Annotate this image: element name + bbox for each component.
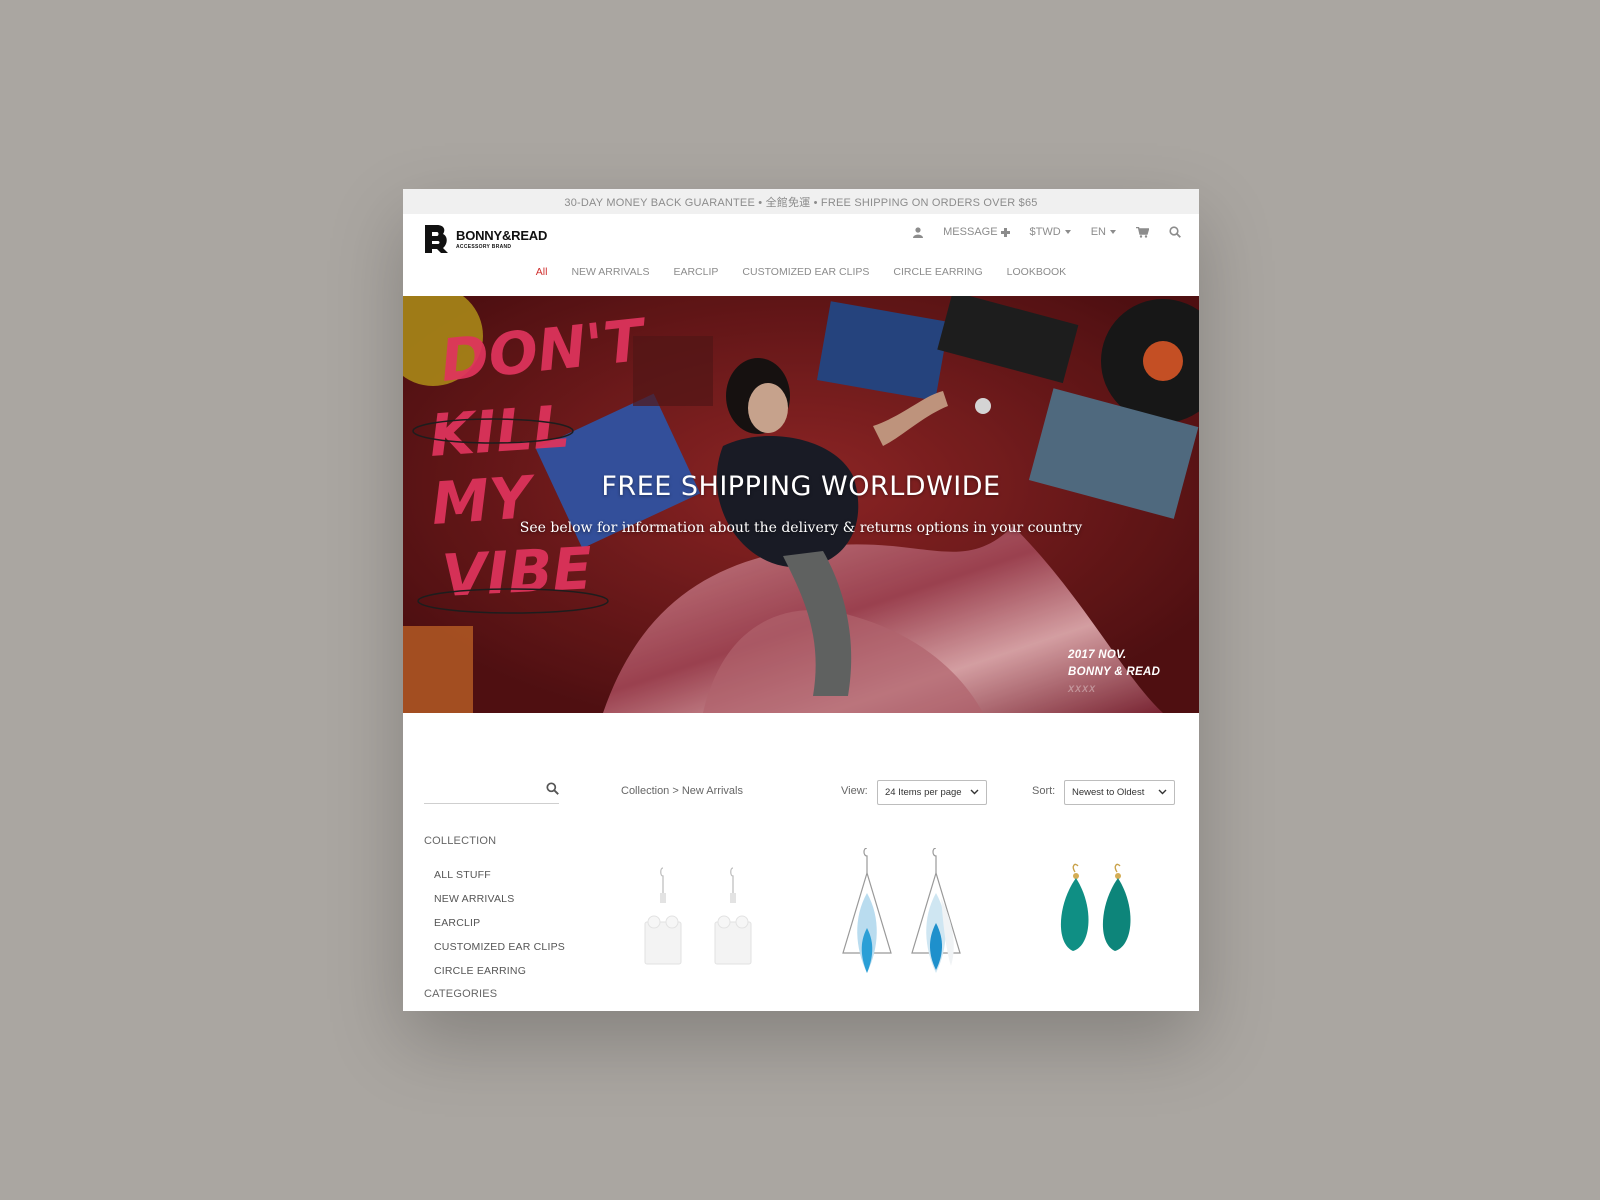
brand-name: BONNY&READ [456, 227, 548, 243]
product-image-blue-feather-earrings [842, 847, 961, 973]
sidebar-search-input[interactable] [424, 779, 534, 801]
product-card[interactable] [823, 847, 973, 998]
view-label: View: [841, 785, 868, 797]
brand-tagline: ACCESSORY BRAND [456, 243, 512, 250]
collection-content: Collection > New Arrivals View: 24 Items… [403, 713, 1199, 1011]
hero-banner[interactable]: DON'T KILL MY VIBE FREE SHIPPING WORLDWI… [403, 296, 1199, 713]
promo-text: 30-DAY MONEY BACK GUARANTEE • 全館免運 • FRE… [564, 196, 1038, 209]
sidebar-item-new-arrivals[interactable]: NEW ARRIVALS [434, 887, 565, 911]
nav-item-all[interactable]: All [536, 266, 548, 278]
product-image-white-block-earrings [644, 867, 752, 965]
product-image-teal-feather-earrings [1060, 863, 1131, 951]
language-dropdown[interactable]: EN [1091, 226, 1116, 238]
collection-heading: COLLECTION [424, 835, 497, 847]
user-icon [913, 226, 924, 238]
hero-title: FREE SHIPPING WORLDWIDE [601, 471, 1001, 502]
sort-select[interactable]: Newest to Oldest [1064, 780, 1175, 805]
site-header: BONNY&READ ACCESSORY BRAND MESSAGE $TWD [403, 214, 1199, 261]
sidebar-search [424, 779, 559, 804]
categories-heading: CATEGORIES [424, 988, 498, 1000]
sort-label: Sort: [1032, 785, 1056, 797]
search-icon [1169, 226, 1181, 238]
search-icon [546, 782, 559, 795]
hero-stamp-line1: 2017 NOV. [1068, 649, 1127, 661]
collection-list: ALL STUFF NEW ARRIVALS EARCLIP CUSTOMIZE… [434, 863, 565, 983]
cart-button[interactable] [1136, 226, 1149, 238]
main-nav: All NEW ARRIVALS EARCLIP CUSTOMIZED EAR … [403, 261, 1199, 296]
sort-value: Newest to Oldest [1072, 787, 1145, 798]
hero-subtitle: See below for information about the deli… [519, 520, 1083, 536]
nav-item-customized-ear-clips[interactable]: CUSTOMIZED EAR CLIPS [742, 266, 869, 278]
nav-item-earclip[interactable]: EARCLIP [673, 266, 718, 278]
message-button[interactable]: MESSAGE [943, 226, 1010, 238]
currency-dropdown[interactable]: $TWD [1030, 226, 1071, 238]
header-search-button[interactable] [1169, 226, 1181, 238]
breadcrumb: Collection > New Arrivals [621, 785, 743, 797]
cart-icon [1136, 226, 1149, 238]
product-card[interactable] [1023, 848, 1173, 998]
caret-down-icon [1110, 230, 1116, 234]
promo-bar: 30-DAY MONEY BACK GUARANTEE • 全館免運 • FRE… [403, 189, 1199, 214]
chevron-down-icon [970, 789, 979, 795]
language-label: EN [1090, 226, 1106, 238]
browser-page: 30-DAY MONEY BACK GUARANTEE • 全館免運 • FRE… [403, 189, 1199, 1011]
header-utilities: MESSAGE $TWD EN [893, 226, 1181, 238]
sidebar-search-button[interactable] [546, 782, 559, 800]
hero-stamp-line3: XXXX [1068, 684, 1097, 694]
nav-item-lookbook[interactable]: LOOKBOOK [1007, 266, 1067, 278]
product-card[interactable] [623, 848, 773, 998]
hero-stamp: 2017 NOV. BONNY & READ XXXX [1068, 647, 1160, 698]
message-label: MESSAGE [943, 226, 998, 238]
sidebar-item-circle-earring[interactable]: CIRCLE EARRING [434, 959, 565, 983]
items-per-page-select[interactable]: 24 Items per page [877, 780, 987, 805]
sidebar-item-customized-ear-clips[interactable]: CUSTOMIZED EAR CLIPS [434, 935, 565, 959]
account-button[interactable] [913, 226, 924, 238]
chevron-down-icon [1158, 789, 1167, 795]
brand-logo[interactable]: BONNY&READ ACCESSORY BRAND [424, 224, 547, 254]
nav-item-circle-earring[interactable]: CIRCLE EARRING [893, 266, 982, 278]
hero-stamp-line2: BONNY & READ [1068, 666, 1161, 678]
sidebar-item-earclip[interactable]: EARCLIP [434, 911, 565, 935]
logo-mark-icon [425, 225, 448, 253]
caret-down-icon [1064, 230, 1071, 234]
nav-item-new-arrivals[interactable]: NEW ARRIVALS [571, 266, 649, 278]
items-per-page-value: 24 Items per page [885, 787, 962, 798]
currency-label: $TWD [1029, 226, 1061, 238]
sidebar-item-all-stuff[interactable]: ALL STUFF [434, 863, 565, 887]
plus-icon [1000, 227, 1010, 237]
